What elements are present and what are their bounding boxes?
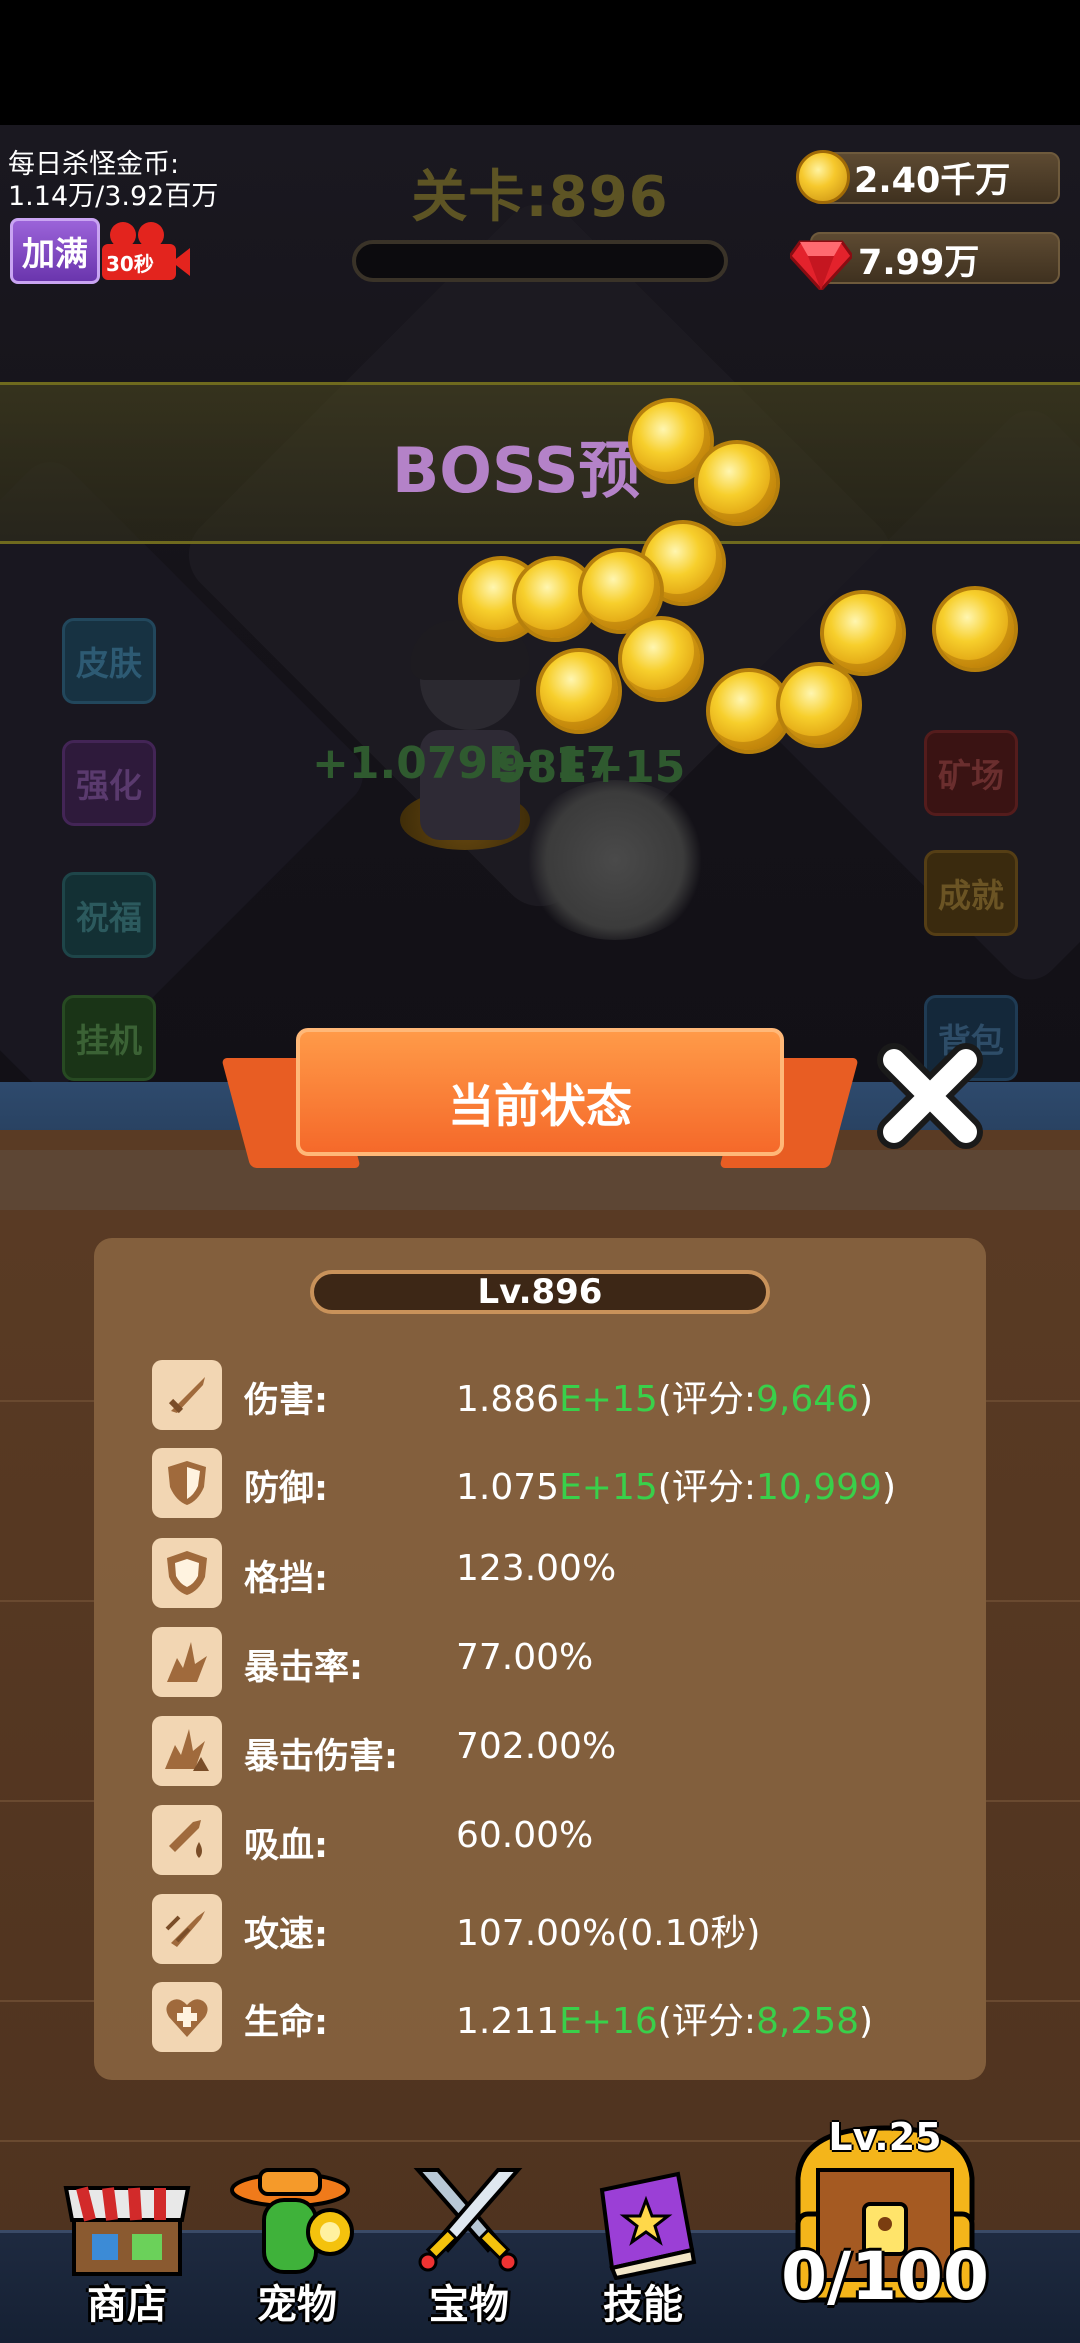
crit-burst-icon [152, 1627, 222, 1697]
damage-popup: 98E+15 [496, 742, 686, 793]
player-level: Lv.896 [477, 1272, 603, 1312]
stat-row-lifesteal: 吸血: 60.00% [152, 1805, 952, 1877]
stat-value: 60.00% [456, 1815, 594, 1856]
stat-row-crit-rate: 暴击率: 77.00% [152, 1627, 952, 1699]
flying-coin-icon [776, 662, 862, 748]
spell-book-icon [599, 2171, 697, 2280]
status-panel-title: 当前状态 [448, 1079, 632, 1133]
chest-progress-count: 0/100 [781, 2238, 989, 2315]
gem-amount: 7.99万 [858, 243, 980, 283]
heart-plus-icon [152, 1982, 222, 2052]
crossed-swords-icon [413, 2168, 523, 2272]
nav-shop-label: 商店 [87, 2282, 167, 2328]
lifesteal-icon [152, 1805, 222, 1875]
crit-damage-icon [152, 1716, 222, 1786]
stat-label: 格挡: [244, 1559, 328, 1599]
flying-coin-icon [618, 616, 704, 702]
stat-value: 702.00% [456, 1726, 617, 1767]
menu-achievement-button[interactable]: 成就 [924, 850, 1018, 936]
shield-icon [152, 1448, 222, 1518]
stat-value: 123.00% [456, 1548, 617, 1589]
menu-skin-button[interactable]: 皮肤 [62, 618, 156, 704]
stage-progress-bar [352, 240, 728, 282]
cactus-pet-icon [230, 2168, 354, 2274]
nav-pets-button[interactable]: 宠物 [222, 2160, 372, 2330]
attack-speed-icon [152, 1894, 222, 1964]
stat-value: 107.00%(0.10秒) [456, 1913, 761, 1954]
stat-label: 防御: [244, 1469, 328, 1509]
stat-label: 伤害: [244, 1381, 328, 1421]
menu-idle-button[interactable]: 挂机 [62, 995, 156, 1081]
nav-treasures-button[interactable]: 宝物 [394, 2160, 544, 2330]
stat-value: 77.00% [456, 1637, 594, 1678]
block-shield-icon [152, 1538, 222, 1608]
video-timer: 30秒 [106, 252, 154, 276]
nav-shop-button[interactable]: 商店 [52, 2160, 202, 2330]
boss-warning-text: BOSS预 [392, 434, 641, 507]
flying-coin-icon [536, 648, 622, 734]
gold-amount: 2.40千万 [854, 161, 1011, 201]
ruby-gem-icon [790, 240, 852, 290]
sword-icon [152, 1360, 222, 1430]
stat-label: 暴击率: [244, 1648, 363, 1688]
stat-label: 生命: [244, 2003, 328, 2043]
menu-bless-button[interactable]: 祝福 [62, 872, 156, 958]
nav-skills-button[interactable]: 技能 [568, 2160, 718, 2330]
menu-mine-button[interactable]: 矿场 [924, 730, 1018, 816]
stat-value: 1.211E+16(评分:8,258) [456, 2001, 874, 2042]
stat-row-damage: 伤害: 1.886E+15(评分:9,646) [152, 1360, 952, 1432]
stat-label: 攻速: [244, 1915, 328, 1955]
smoke-effect [520, 780, 710, 940]
player-level-plate: Lv.896 [310, 1270, 770, 1314]
stat-value: 1.886E+15(评分:9,646) [456, 1379, 874, 1420]
stat-label: 暴击伤害: [244, 1737, 398, 1777]
stat-row-block: 格挡: 123.00% [152, 1538, 952, 1610]
close-icon[interactable] [870, 1036, 990, 1156]
flying-coin-icon [694, 440, 780, 526]
flying-coin-icon [932, 586, 1018, 672]
menu-enhance-button[interactable]: 强化 [62, 740, 156, 826]
stat-row-defense: 防御: 1.075E+15(评分:10,999) [152, 1448, 952, 1520]
gold-coin-icon [796, 150, 850, 204]
status-bar-area [0, 0, 1080, 125]
chest-level: Lv.25 [828, 2115, 942, 2159]
nav-pets-label: 宠物 [257, 2282, 337, 2328]
stat-row-attack-speed: 攻速: 107.00%(0.10秒) [152, 1894, 952, 1966]
shop-stall-icon [63, 2186, 191, 2276]
stat-row-health: 生命: 1.211E+16(评分:8,258) [152, 1982, 952, 2054]
nav-treasures-label: 宝物 [429, 2282, 509, 2328]
flying-coin-icon [820, 590, 906, 676]
stat-value: 1.075E+15(评分:10,999) [456, 1467, 896, 1508]
stat-label: 吸血: [244, 1826, 328, 1866]
stat-row-crit-damage: 暴击伤害: 702.00% [152, 1716, 952, 1788]
nav-skills-label: 技能 [603, 2282, 683, 2328]
